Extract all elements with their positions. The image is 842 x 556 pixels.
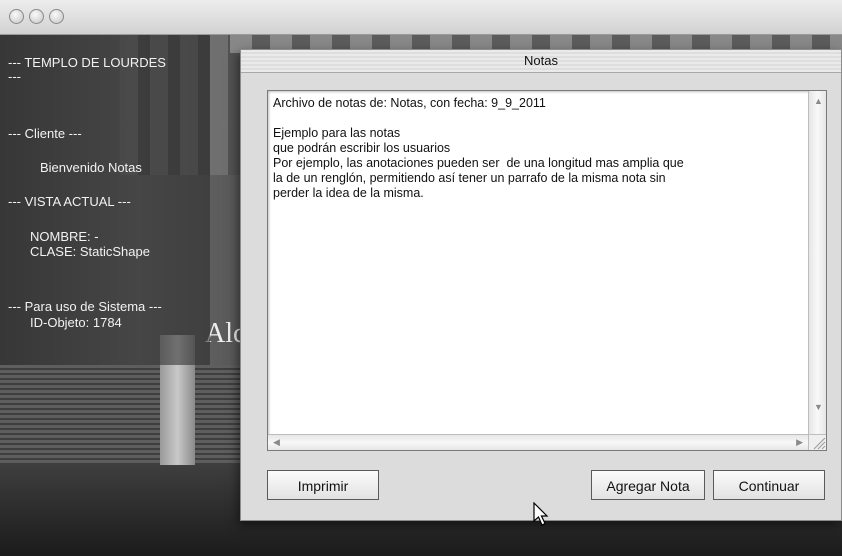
horizontal-scrollbar[interactable]: ◀ ▶ bbox=[268, 434, 809, 450]
object-name: NOMBRE: - bbox=[30, 229, 99, 244]
location-title-tail: --- bbox=[8, 69, 21, 84]
mouse-cursor-icon bbox=[533, 502, 549, 526]
scroll-down-icon[interactable]: ▼ bbox=[814, 402, 823, 412]
scroll-up-icon[interactable]: ▲ bbox=[814, 96, 823, 106]
notes-textarea[interactable]: Archivo de notas de: Notas, con fecha: 9… bbox=[267, 90, 827, 451]
scroll-left-icon[interactable]: ◀ bbox=[273, 437, 280, 448]
object-class: CLASE: StaticShape bbox=[30, 244, 150, 259]
zoom-icon[interactable] bbox=[49, 9, 64, 24]
location-title: --- TEMPLO DE LOURDES bbox=[8, 55, 166, 70]
store-shutter-right bbox=[195, 365, 245, 465]
dialog-title: Notas bbox=[241, 50, 841, 73]
notes-text[interactable]: Archivo de notas de: Notas, con fecha: 9… bbox=[273, 96, 793, 201]
scroll-right-icon[interactable]: ▶ bbox=[796, 437, 803, 448]
close-icon[interactable] bbox=[9, 9, 24, 24]
print-button[interactable]: Imprimir bbox=[267, 470, 379, 500]
minimize-icon[interactable] bbox=[29, 9, 44, 24]
continue-button[interactable]: Continuar bbox=[713, 470, 825, 500]
info-panel: --- TEMPLO DE LOURDES --- --- Cliente --… bbox=[0, 35, 210, 365]
system-header: --- Para uso de Sistema --- bbox=[8, 299, 162, 314]
vertical-scrollbar[interactable]: ▲ ▼ bbox=[808, 91, 826, 434]
object-id: ID-Objeto: 1784 bbox=[30, 315, 122, 330]
view-header: --- VISTA ACTUAL --- bbox=[8, 194, 131, 209]
client-header: --- Cliente --- bbox=[8, 126, 82, 141]
notes-dialog: Notas Archivo de notas de: Notas, con fe… bbox=[240, 49, 842, 521]
add-note-button[interactable]: Agregar Nota bbox=[591, 470, 705, 500]
store-shutter bbox=[0, 365, 165, 475]
welcome-text: Bienvenido Notas bbox=[40, 160, 142, 175]
window-titlebar bbox=[0, 0, 842, 35]
resize-grip-icon[interactable] bbox=[808, 434, 826, 450]
